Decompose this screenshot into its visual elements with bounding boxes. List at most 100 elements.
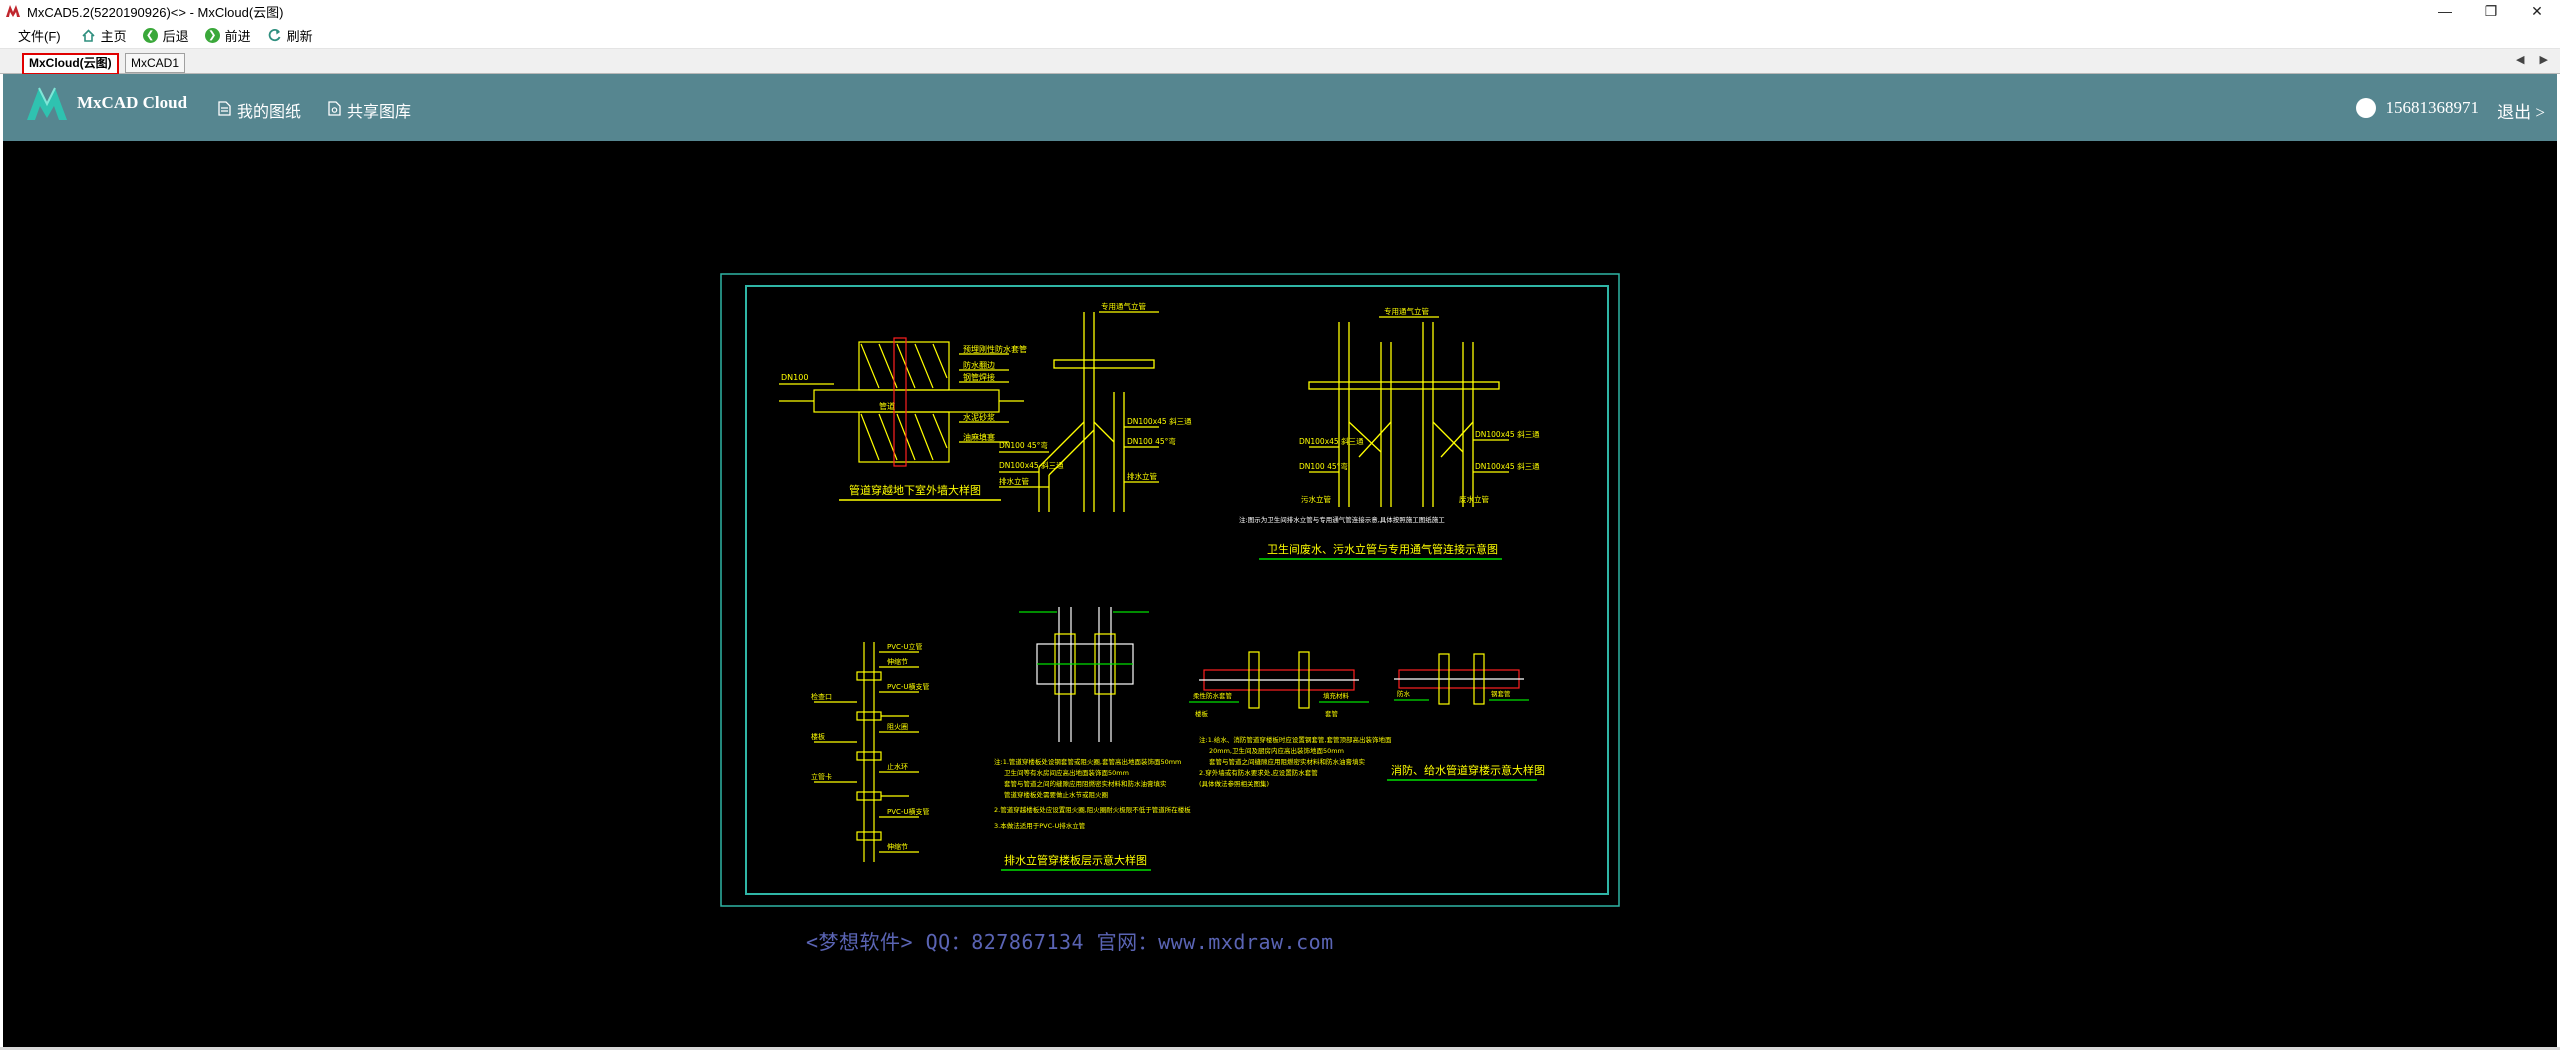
- title-vent-connection: 卫生间废水、污水立管与专用通气管连接示意图: [1267, 542, 1498, 556]
- svg-text:注:1.给水、消防管道穿楼板时应设置钢套管,套管顶部高出装饰: 注:1.给水、消防管道穿楼板时应设置钢套管,套管顶部高出装饰地面: [1199, 735, 1392, 744]
- svg-text:水泥砂浆: 水泥砂浆: [963, 412, 995, 422]
- nav-shared-library-label: 共享图库: [347, 104, 412, 121]
- svg-text:伸缩节: 伸缩节: [887, 657, 908, 666]
- mxcad-cloud-logo: [27, 87, 67, 120]
- label-vent-wye-1: DN100x45 斜三通: [1299, 436, 1364, 446]
- refresh-button[interactable]: 刷新: [267, 26, 313, 45]
- svg-text:排水立管: 排水立管: [999, 476, 1029, 486]
- svg-text:套管与管道之间的缝隙应用阻燃密实材料和防水油膏填实: 套管与管道之间的缝隙应用阻燃密实材料和防水油膏填实: [1004, 779, 1167, 788]
- label-wye-1: DN100x45 斜三通: [1127, 416, 1192, 426]
- forward-label: 前进: [224, 28, 251, 44]
- label-vent-wye-2: DN100x45 斜三通: [1475, 429, 1540, 439]
- home-label: 主页: [100, 28, 127, 44]
- close-button[interactable]: ✕: [2514, 0, 2560, 22]
- user-phone: 15681368971: [2385, 98, 2480, 117]
- restore-button[interactable]: ❐: [2468, 0, 2514, 22]
- svg-text:伸缩节: 伸缩节: [887, 842, 908, 851]
- svg-text:钢管焊接: 钢管焊接: [963, 372, 995, 382]
- svg-text:PVC-U横支管: PVC-U横支管: [887, 682, 930, 691]
- svg-text:填充材料: 填充材料: [1323, 691, 1350, 700]
- forward-button[interactable]: ❯ 前进: [204, 26, 251, 45]
- forward-arrow-icon: ❯: [204, 27, 220, 43]
- svg-text:预埋刚性防水套管: 预埋刚性防水套管: [963, 344, 1027, 354]
- svg-text:排水立管: 排水立管: [1127, 471, 1157, 481]
- tab-mxcad1[interactable]: MxCAD1: [125, 53, 186, 73]
- document-icon: [218, 101, 231, 119]
- floor-sleeve-notes: 注:1.管道穿楼板处设钢套管或阻火圈,套管高出地面装饰面50mm 卫生间等有水房…: [994, 757, 1191, 830]
- title-floor-riser: 排水立管穿楼板层示意大样图: [1004, 853, 1147, 867]
- svg-text:污水立管: 污水立管: [1301, 494, 1331, 504]
- cad-drawing: 预埋刚性防水套管 防水翻边 钢管焊接 DN100 管道 水泥砂浆 油麻填塞 管道…: [720, 273, 1620, 907]
- svg-text:DN100 45°弯: DN100 45°弯: [1299, 461, 1348, 471]
- window-title-bar: MxCAD5.2(5220190926)<> - MxCloud(云图) — ❐…: [0, 0, 2560, 22]
- tab-mxcloud[interactable]: MxCloud(云图): [22, 53, 119, 75]
- svg-text:20mm,卫生间及厨房内应高出装饰地面50mm: 20mm,卫生间及厨房内应高出装饰地面50mm: [1209, 746, 1344, 755]
- detail-water-sleeve-labels: 柔性防水套管 填充材料 楼板 套管 防水 钢套管: [1193, 689, 1511, 718]
- tab-scroll-arrows[interactable]: ◀ ▶: [2516, 53, 2554, 66]
- mxcad-app-icon: [6, 5, 20, 17]
- window-controls: — ❐ ✕: [2422, 0, 2560, 22]
- refresh-label: 刷新: [286, 28, 313, 44]
- detail-floor-riser-labels: PVC-U立管 伸缩节 PVC-U横支管 检查口 阻火圈 楼板 止水环 立管卡 …: [811, 642, 930, 851]
- svg-text:立管卡: 立管卡: [811, 772, 832, 781]
- svg-text:PVC-U立管: PVC-U立管: [887, 642, 923, 651]
- svg-text:DN100 45°弯: DN100 45°弯: [999, 440, 1048, 450]
- svg-text:PVC-U横支管: PVC-U横支管: [887, 807, 930, 816]
- document-tab-bar: MxCloud(云图) MxCAD1 ◀ ▶: [0, 49, 2560, 75]
- home-button[interactable]: 主页: [81, 26, 127, 45]
- svg-text:2.管道穿越楼板处应设置阻火圈,阻火圈耐火极限不低于管道所在: 2.管道穿越楼板处应设置阻火圈,阻火圈耐火极限不低于管道所在楼板: [994, 805, 1191, 814]
- svg-text:楼板: 楼板: [1195, 709, 1209, 718]
- detail-wall-penetration: [779, 337, 1024, 467]
- brand-name: MxCAD Cloud: [77, 93, 188, 112]
- nav-my-drawings-label: 我的图纸: [237, 104, 302, 121]
- share-doc-icon: [328, 101, 341, 119]
- svg-text:防水: 防水: [1397, 689, 1411, 698]
- title-wall-penetration: 管道穿越地下室外墙大样图: [849, 483, 981, 497]
- label-elbow: DN100 45°弯: [1127, 436, 1176, 446]
- svg-text:油麻填塞: 油麻填塞: [963, 432, 995, 442]
- back-button[interactable]: ❮ 后退: [142, 26, 189, 45]
- nav-shared-library[interactable]: 共享图库: [328, 98, 411, 122]
- svg-text:专用通气立管: 专用通气立管: [1384, 306, 1429, 316]
- svg-text:阻火圈: 阻火圈: [887, 722, 908, 731]
- label-vent-wye-3: DN100x45 斜三通: [1475, 461, 1540, 471]
- svg-text:2.穿外墙或有防水要求处,应设置防水套管: 2.穿外墙或有防水要求处,应设置防水套管: [1199, 768, 1318, 777]
- svg-text:楼板: 楼板: [811, 732, 825, 741]
- home-icon: [81, 28, 96, 43]
- svg-text:管道穿楼板处需要做止水节或阻火圈: 管道穿楼板处需要做止水节或阻火圈: [1004, 790, 1108, 799]
- svg-text:钢套管: 钢套管: [1491, 689, 1511, 698]
- web-header: MxCAD Cloud 我的图纸 共享图库 15681368971 退出 >: [3, 74, 2557, 141]
- minimize-button[interactable]: —: [2422, 0, 2468, 22]
- inner-frame: [745, 285, 1609, 895]
- detail-riser-wye-labels: 专用通气立管 DN100x45 斜三通 DN100 45°弯 DN100 45°…: [999, 301, 1192, 486]
- brand[interactable]: MxCAD Cloud: [25, 84, 187, 122]
- svg-text:检查口: 检查口: [811, 692, 832, 701]
- main-toolbar: 文件(F) 主页 ❮ 后退 ❯ 前进 刷新: [0, 22, 2560, 49]
- nav-my-drawings[interactable]: 我的图纸: [218, 98, 301, 122]
- detail-water-sleeve: [1189, 651, 1529, 709]
- label-wye-2: DN100x45 斜三通: [999, 460, 1064, 470]
- window-title: MxCAD5.2(5220190926)<> - MxCloud(云图): [27, 4, 284, 20]
- file-menu[interactable]: 文件(F): [18, 26, 61, 45]
- svg-text:柔性防水套管: 柔性防水套管: [1193, 691, 1233, 700]
- svg-text:(具体做法参照相关图集): (具体做法参照相关图集): [1199, 779, 1269, 788]
- svg-text:套管与管道之间缝隙应用阻燃密实材料和防水油膏填实: 套管与管道之间缝隙应用阻燃密实材料和防水油膏填实: [1209, 757, 1366, 766]
- water-sleeve-notes: 注:1.给水、消防管道穿楼板时应设置钢套管,套管顶部高出装饰地面 20mm,卫生…: [1199, 735, 1392, 788]
- detail-vent-connection-labels: 专用通气立管 DN100x45 斜三通 DN100 45°弯 DN100x45 …: [1299, 306, 1540, 504]
- detail-vent-connection: [1308, 316, 1509, 507]
- svg-text:3.本做法适用于PVC-U排水立管: 3.本做法适用于PVC-U排水立管: [994, 821, 1086, 830]
- back-label: 后退: [162, 28, 189, 44]
- avatar: [2355, 98, 2376, 118]
- user-account[interactable]: 15681368971: [2355, 98, 2480, 118]
- detail-floor-riser: [814, 642, 919, 862]
- svg-text:注:1.管道穿楼板处设钢套管或阻火圈,套管高出地面装饰面50: 注:1.管道穿楼板处设钢套管或阻火圈,套管高出地面装饰面50mm: [994, 757, 1181, 766]
- detail-floor-sleeve: [1019, 607, 1149, 742]
- logout-link[interactable]: 退出 >: [2497, 98, 2545, 123]
- svg-text:注:图示为卫生间排水立管与专用通气管连接示意,具体按照施工图: 注:图示为卫生间排水立管与专用通气管连接示意,具体按照施工图纸施工: [1239, 515, 1445, 524]
- svg-text:卫生间等有水房间应高出地面装饰面50mm: 卫生间等有水房间应高出地面装饰面50mm: [1004, 768, 1129, 777]
- cad-canvas[interactable]: 预埋刚性防水套管 防水翻边 钢管焊接 DN100 管道 水泥砂浆 油麻填塞 管道…: [3, 141, 2557, 1047]
- svg-text:套管: 套管: [1325, 709, 1339, 718]
- svg-text:废水立管: 废水立管: [1459, 494, 1489, 504]
- svg-text:专用通气立管: 专用通气立管: [1101, 301, 1146, 311]
- title-water-sleeve: 消防、给水管道穿楼示意大样图: [1391, 763, 1545, 777]
